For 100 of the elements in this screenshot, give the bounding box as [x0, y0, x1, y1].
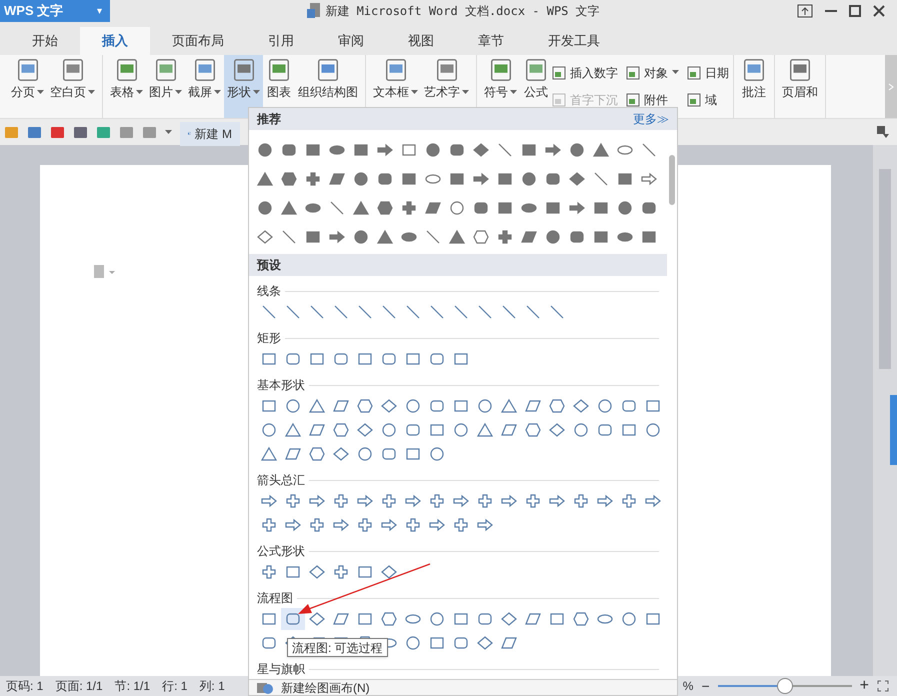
shape-icon[interactable]	[333, 398, 349, 414]
ribbon-tab[interactable]: 开始	[10, 27, 80, 55]
shape-icon[interactable]	[573, 493, 589, 509]
ribbon-button[interactable]: 表格	[107, 55, 146, 118]
shape-icon[interactable]	[261, 493, 277, 509]
shape-icon[interactable]	[429, 398, 445, 414]
shape-icon[interactable]	[425, 200, 441, 216]
shape-icon[interactable]	[449, 200, 465, 216]
fullscreen-icon[interactable]	[877, 680, 889, 692]
shape-icon[interactable]	[401, 142, 417, 158]
shape-icon[interactable]	[309, 398, 325, 414]
shape-icon[interactable]	[501, 304, 517, 320]
shape-icon[interactable]	[401, 200, 417, 216]
shape-icon[interactable]	[305, 171, 321, 187]
shape-icon[interactable]	[501, 635, 517, 651]
shape-icon[interactable]	[257, 142, 273, 158]
shape-icon[interactable]	[477, 517, 493, 533]
ribbon-button[interactable]: 符号	[481, 55, 520, 118]
shape-icon[interactable]	[381, 304, 397, 320]
shape-icon[interactable]	[617, 200, 633, 216]
shape-icon[interactable]	[429, 493, 445, 509]
shape-icon[interactable]	[453, 422, 469, 438]
shape-icon[interactable]	[477, 635, 493, 651]
shape-icon[interactable]	[377, 200, 393, 216]
shape-icon[interactable]	[429, 635, 445, 651]
shape-icon[interactable]	[453, 493, 469, 509]
ribbon-scroll-bar[interactable]	[885, 55, 897, 118]
shape-icon[interactable]	[549, 398, 565, 414]
shape-icon[interactable]	[429, 517, 445, 533]
shape-icon[interactable]	[333, 304, 349, 320]
paragraph-icon[interactable]	[94, 265, 116, 279]
shape-icon[interactable]	[305, 229, 321, 245]
shape-icon[interactable]	[453, 517, 469, 533]
shape-icon[interactable]	[429, 304, 445, 320]
shape-icon[interactable]	[285, 422, 301, 438]
ribbon-tab[interactable]: 页面布局	[150, 27, 246, 55]
ribbon-button[interactable]: 文本框	[370, 55, 421, 118]
shape-icon[interactable]	[381, 564, 397, 580]
shape-icon[interactable]	[357, 564, 373, 580]
shape-icon[interactable]	[477, 398, 493, 414]
shape-icon[interactable]	[357, 398, 373, 414]
ribbon-tab[interactable]: 视图	[386, 27, 456, 55]
upload-icon[interactable]	[797, 4, 813, 18]
shape-icon[interactable]	[329, 229, 345, 245]
shape-icon[interactable]	[377, 171, 393, 187]
shape-icon[interactable]	[573, 611, 589, 627]
shape-icon[interactable]	[549, 422, 565, 438]
shape-icon[interactable]	[473, 200, 489, 216]
ribbon-button[interactable]: 艺术字	[421, 55, 472, 118]
shape-icon[interactable]	[285, 517, 301, 533]
shape-icon[interactable]	[645, 493, 661, 509]
shape-icon[interactable]	[377, 229, 393, 245]
shape-icon[interactable]	[381, 351, 397, 367]
shape-icon[interactable]	[285, 493, 301, 509]
shape-icon[interactable]	[257, 229, 273, 245]
shape-icon[interactable]	[593, 171, 609, 187]
ribbon-small-button[interactable]: 插入数字	[552, 64, 618, 82]
shape-icon[interactable]	[477, 304, 493, 320]
shape-icon[interactable]	[597, 493, 613, 509]
shape-icon[interactable]	[309, 611, 325, 627]
shape-icon[interactable]	[261, 351, 277, 367]
shape-icon[interactable]	[333, 611, 349, 627]
shape-icon[interactable]	[261, 635, 277, 651]
ribbon-button[interactable]: 公式	[520, 55, 552, 118]
ribbon-tab[interactable]: 开发工具	[526, 27, 622, 55]
shape-icon[interactable]	[285, 398, 301, 414]
shape-icon[interactable]	[545, 229, 561, 245]
shape-icon[interactable]	[521, 171, 537, 187]
shape-icon[interactable]	[357, 493, 373, 509]
shape-icon[interactable]	[285, 564, 301, 580]
shape-icon[interactable]	[453, 611, 469, 627]
maximize-icon[interactable]	[849, 5, 861, 17]
toolbar-icon[interactable]	[142, 124, 157, 140]
toolbar-icon[interactable]	[73, 124, 88, 140]
shape-icon[interactable]	[285, 446, 301, 462]
ribbon-small-button[interactable]: 域	[687, 91, 729, 110]
shape-icon[interactable]	[285, 611, 301, 627]
ribbon-button[interactable]: 图片	[146, 55, 185, 118]
shape-icon[interactable]	[573, 422, 589, 438]
shape-icon[interactable]	[597, 422, 613, 438]
shape-icon[interactable]	[381, 493, 397, 509]
shape-icon[interactable]	[645, 398, 661, 414]
shape-icon[interactable]	[261, 611, 277, 627]
ribbon-tab[interactable]: 审阅	[316, 27, 386, 55]
shape-icon[interactable]	[381, 446, 397, 462]
shape-icon[interactable]	[357, 351, 373, 367]
shape-icon[interactable]	[521, 142, 537, 158]
shape-icon[interactable]	[549, 611, 565, 627]
shape-icon[interactable]	[525, 493, 541, 509]
shape-icon[interactable]	[549, 304, 565, 320]
shape-icon[interactable]	[353, 171, 369, 187]
shape-icon[interactable]	[621, 398, 637, 414]
toolbar-icon[interactable]	[119, 124, 134, 140]
shape-icon[interactable]	[381, 611, 397, 627]
shape-icon[interactable]	[357, 611, 373, 627]
shape-icon[interactable]	[525, 422, 541, 438]
shape-icon[interactable]	[473, 142, 489, 158]
shape-icon[interactable]	[401, 171, 417, 187]
ribbon-small-button[interactable]: 对象	[626, 64, 679, 82]
shape-icon[interactable]	[641, 229, 657, 245]
